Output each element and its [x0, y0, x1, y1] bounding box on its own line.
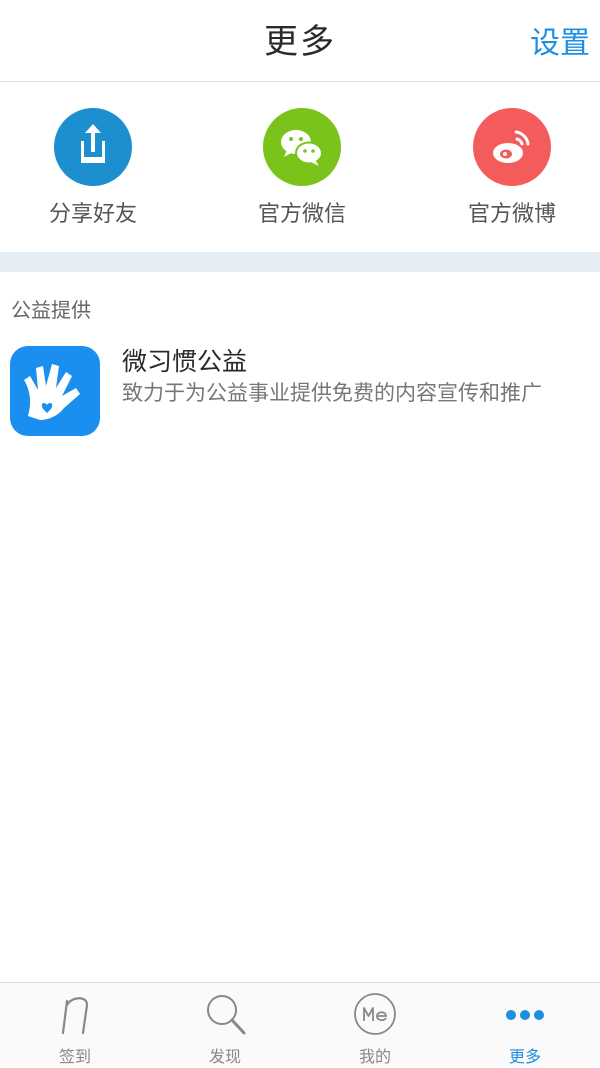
official-wechat-button[interactable]: 官方微信 — [222, 108, 382, 238]
app-name: 微习惯公益 — [122, 347, 248, 376]
tab-mine[interactable]: 我的 — [300, 983, 450, 1068]
tab-mine-label: 我的 — [358, 1047, 391, 1066]
tab-more-label: 更多 — [508, 1047, 541, 1066]
share-icon — [54, 108, 132, 186]
app-description: 致力于为公益事业提供免费的内容宣传和推广 — [122, 381, 542, 405]
share-row: 分享好友 官方微信 官方微博 — [0, 82, 600, 252]
tab-more[interactable]: 更多 — [450, 983, 600, 1068]
tab-discover-label: 发现 — [208, 1047, 241, 1066]
official-weibo-button[interactable]: 官方微博 — [432, 108, 592, 238]
more-dots-icon — [506, 1010, 544, 1020]
wechat-icon — [263, 108, 341, 186]
hand-heart-icon — [10, 346, 100, 436]
weibo-icon — [473, 108, 551, 186]
share-friends-label: 分享好友 — [48, 202, 137, 227]
top-nav-bar: 更多 设置 — [0, 0, 600, 82]
search-icon — [207, 995, 246, 1035]
checkin-icon — [61, 997, 89, 1035]
charity-section-title: 公益提供 — [11, 298, 91, 322]
section-divider — [0, 252, 600, 272]
me-icon — [354, 993, 396, 1035]
charity-list-item[interactable]: 微习惯公益 致力于为公益事业提供免费的内容宣传和推广 — [0, 340, 600, 450]
settings-button[interactable]: 设置 — [530, 18, 590, 62]
tab-checkin-label: 签到 — [58, 1047, 91, 1066]
tab-discover[interactable]: 发现 — [150, 983, 300, 1068]
bottom-tab-bar: 签到 发现 我的 更多 — [0, 982, 600, 1067]
official-weibo-label: 官方微博 — [467, 202, 556, 227]
tab-checkin[interactable]: 签到 — [0, 983, 150, 1068]
page-title: 更多 — [264, 22, 336, 62]
share-friends-button[interactable]: 分享好友 — [13, 108, 173, 238]
official-wechat-label: 官方微信 — [257, 202, 346, 227]
